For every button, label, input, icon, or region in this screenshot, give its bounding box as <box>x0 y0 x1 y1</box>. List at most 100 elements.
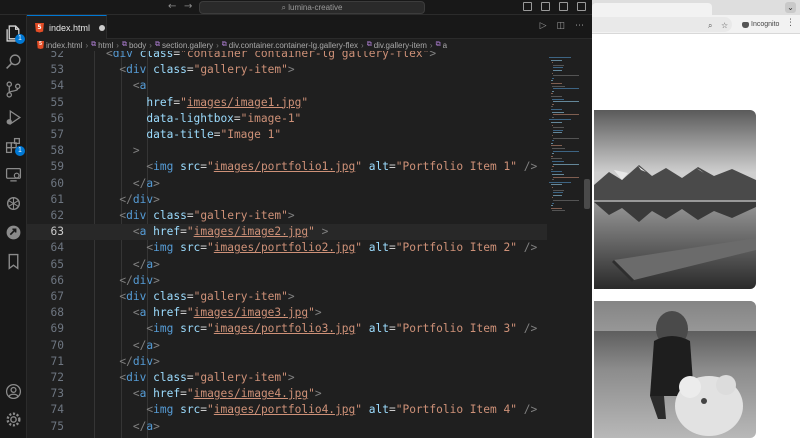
code-line[interactable]: 66 </div> <box>27 273 547 289</box>
breadcrumb-section[interactable]: ⧉ section.gallery <box>155 41 213 50</box>
code-line[interactable]: 59 <img src="images/portfolio1.jpg" alt=… <box>27 159 547 175</box>
code-line[interactable]: 64 <img src="images/portfolio2.jpg" alt=… <box>27 240 547 256</box>
minimap[interactable] <box>547 51 583 231</box>
browser-tab[interactable] <box>592 3 712 15</box>
more-actions-icon[interactable]: ⋯ <box>575 21 584 31</box>
split-editor-icon[interactable]: ◫ <box>556 21 565 31</box>
code-text[interactable]: <div class="gallery-item"> <box>79 208 294 224</box>
line-number[interactable]: 70 <box>27 338 64 354</box>
code-text[interactable]: <a href="images/image4.jpg"> <box>79 386 322 402</box>
code-line[interactable]: 67 <div class="gallery-item"> <box>27 289 547 305</box>
code-line[interactable]: 72 <div class="gallery-item"> <box>27 370 547 386</box>
tab-index-html[interactable]: 5 index.html <box>27 15 107 39</box>
code-text[interactable]: <img src="images/portfolio3.jpg" alt="Po… <box>79 321 537 337</box>
code-line[interactable]: 56 data-lightbox="image-1" <box>27 111 547 127</box>
code-line[interactable]: 75 </a> <box>27 419 547 435</box>
line-number[interactable]: 53 <box>27 62 64 78</box>
tab-search-chevron-icon[interactable]: ⌄ <box>785 2 796 13</box>
line-number[interactable]: 52 <box>27 51 64 62</box>
line-number[interactable]: 63 <box>27 224 64 240</box>
line-number[interactable]: 62 <box>27 208 64 224</box>
account-icon[interactable] <box>5 383 22 400</box>
line-number[interactable]: 56 <box>27 111 64 127</box>
code-text[interactable]: </a> <box>79 176 160 192</box>
gallery-image-mountain-lake[interactable] <box>594 110 756 289</box>
code-text[interactable]: </a> <box>79 419 160 435</box>
line-number[interactable]: 75 <box>27 419 64 435</box>
line-number[interactable]: 57 <box>27 127 64 143</box>
line-number[interactable]: 67 <box>27 289 64 305</box>
incognito-indicator[interactable]: Incognito <box>742 18 779 31</box>
code-text[interactable]: <div class="gallery-item"> <box>79 62 294 78</box>
code-text[interactable]: </div> <box>79 273 159 289</box>
code-line[interactable]: 53 <div class="gallery-item"> <box>27 62 547 78</box>
customize-layout-icon[interactable] <box>577 2 586 11</box>
breadcrumb-gallery-item[interactable]: ⧉ div.gallery-item <box>367 41 427 50</box>
toggle-primary-sidebar-icon[interactable] <box>523 2 532 11</box>
gear-icon[interactable] <box>5 411 22 428</box>
breadcrumb-html[interactable]: ⧉ html <box>91 41 113 50</box>
line-number[interactable]: 61 <box>27 192 64 208</box>
code-line[interactable]: 63 <a href="images/image2.jpg" > <box>27 224 547 241</box>
line-number[interactable]: 69 <box>27 321 64 337</box>
code-text[interactable]: <div class="gallery-item"> <box>79 289 294 305</box>
live-share-icon[interactable] <box>5 224 22 241</box>
remote-explorer-icon[interactable] <box>5 166 22 183</box>
openai-icon[interactable] <box>5 195 22 212</box>
unsaved-dot-icon[interactable] <box>99 24 106 31</box>
address-bar[interactable]: ⌕ ☆ <box>592 17 732 32</box>
editor-scrollbar[interactable] <box>583 51 591 438</box>
line-number[interactable]: 66 <box>27 273 64 289</box>
code-line[interactable]: 71 </div> <box>27 354 547 370</box>
code-line[interactable]: 70 </a> <box>27 338 547 354</box>
code-text[interactable]: <img src="images/portfolio4.jpg" alt="Po… <box>79 402 537 418</box>
toggle-panel-icon[interactable] <box>541 2 550 11</box>
code-line[interactable]: 68 <a href="images/image3.jpg"> <box>27 305 547 321</box>
code-text[interactable]: href="images/image1.jpg" <box>79 95 308 111</box>
source-control-icon[interactable] <box>5 81 22 98</box>
code-line[interactable]: 58 > <box>27 143 547 159</box>
line-number[interactable]: 65 <box>27 257 64 273</box>
run-icon[interactable]: ▷ <box>540 21 547 31</box>
code-line[interactable]: 62 <div class="gallery-item"> <box>27 208 547 224</box>
line-number[interactable]: 59 <box>27 159 64 175</box>
line-number[interactable]: 68 <box>27 305 64 321</box>
forward-arrow-icon[interactable]: → <box>184 1 192 12</box>
toggle-secondary-sidebar-icon[interactable] <box>559 2 568 11</box>
code-line[interactable]: 73 <a href="images/image4.jpg"> <box>27 386 547 402</box>
code-text[interactable]: </a> <box>79 257 160 273</box>
line-number[interactable]: 54 <box>27 78 64 94</box>
code-editor[interactable]: 52 <div class="container container-lg ga… <box>27 51 547 438</box>
code-text[interactable]: <a href="images/image2.jpg" > <box>79 224 328 240</box>
files-icon[interactable]: 1 <box>5 25 25 44</box>
code-line[interactable]: 54 <a <box>27 78 547 94</box>
zoom-icon[interactable]: ⌕ <box>708 21 712 31</box>
code-text[interactable]: <a <box>79 78 147 94</box>
command-center-search[interactable]: ⌕ lumina-creative <box>199 1 425 14</box>
code-line[interactable]: 65 </a> <box>27 257 547 273</box>
line-number[interactable]: 73 <box>27 386 64 402</box>
code-text[interactable]: <a href="images/image3.jpg"> <box>79 305 322 321</box>
breadcrumb-file[interactable]: 5 index.html <box>37 41 82 50</box>
code-text[interactable]: <img src="images/portfolio1.jpg" alt="Po… <box>79 159 537 175</box>
code-text[interactable]: data-lightbox="image-1" <box>79 111 301 127</box>
code-text[interactable]: > <box>79 143 140 159</box>
line-number[interactable]: 60 <box>27 176 64 192</box>
code-text[interactable]: data-title="Image 1" <box>79 127 281 143</box>
scroll-thumb[interactable] <box>584 179 590 209</box>
line-number[interactable]: 72 <box>27 370 64 386</box>
extensions-icon[interactable]: 1 <box>5 137 25 156</box>
code-line[interactable]: 74 <img src="images/portfolio4.jpg" alt=… <box>27 402 547 418</box>
code-line[interactable]: 57 data-title="Image 1" <box>27 127 547 143</box>
browser-menu-icon[interactable]: ⋮ <box>786 18 795 28</box>
code-line[interactable]: 55 href="images/image1.jpg" <box>27 95 547 111</box>
bookmark-star-icon[interactable]: ☆ <box>721 21 728 30</box>
breadcrumb-body[interactable]: ⧉ body <box>122 41 146 50</box>
code-line[interactable]: 61 </div> <box>27 192 547 208</box>
code-text[interactable]: </a> <box>79 338 160 354</box>
code-text[interactable]: <img src="images/portfolio2.jpg" alt="Po… <box>79 240 537 256</box>
bookmark-icon[interactable] <box>5 253 22 270</box>
breadcrumb-anchor[interactable]: ⧉ a <box>436 41 447 50</box>
code-text[interactable]: </div> <box>79 192 159 208</box>
code-text[interactable]: <div class="container container-lg galle… <box>79 51 436 62</box>
